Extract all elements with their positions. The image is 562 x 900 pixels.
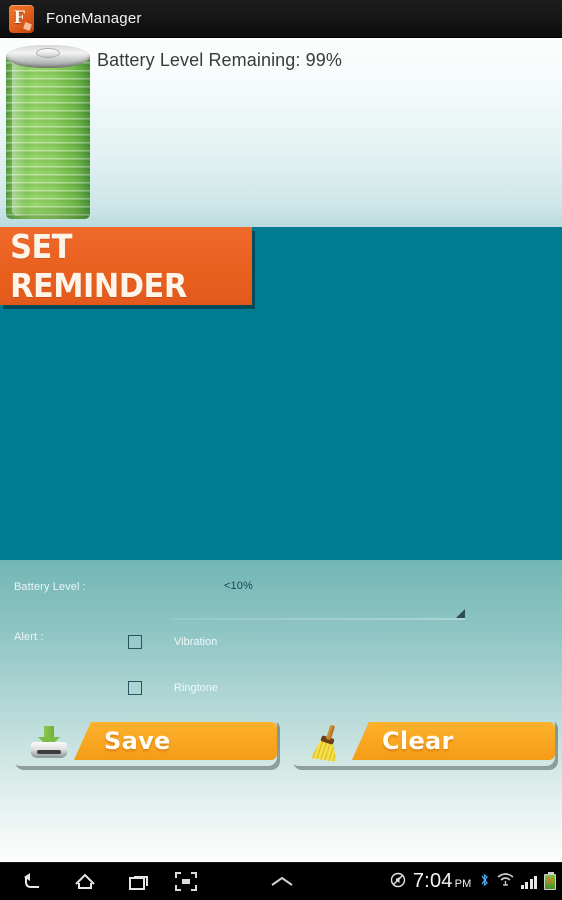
battery-level-field-label: Battery Level : <box>14 581 86 593</box>
reminder-panel: SET REMINDER Battery Level : <10% Alert … <box>0 227 562 560</box>
ringtone-checkbox-label: Ringtone <box>174 682 219 694</box>
bluetooth-icon <box>479 872 490 893</box>
broom-bristles <box>309 739 339 762</box>
battery-level-spinner[interactable]: <10% <box>170 575 465 623</box>
broom-handle <box>325 724 336 741</box>
clear-button[interactable]: Clear <box>290 716 555 766</box>
battery-graphic <box>2 42 94 220</box>
home-icon[interactable] <box>57 863 113 900</box>
app-title-bar: F FoneManager <box>0 0 562 38</box>
battery-gloss <box>12 58 26 216</box>
battery-terminal <box>36 48 60 58</box>
battery-level-remaining-label: Battery Level Remaining: 99% <box>97 50 342 70</box>
logo-accent <box>23 21 32 31</box>
back-icon[interactable] <box>4 863 60 900</box>
battery-level-spinner-value: <10% <box>224 580 253 592</box>
screenshot-icon[interactable] <box>158 863 214 900</box>
mute-icon <box>390 872 406 893</box>
vibration-checkbox-label: Vibration <box>174 636 218 648</box>
spinner-underline <box>170 618 465 620</box>
phone-f-logo-icon: F <box>9 4 34 33</box>
wifi-icon <box>497 872 514 892</box>
battery-alert-mark: ✕ <box>546 876 555 887</box>
ringtone-checkbox[interactable] <box>128 681 142 695</box>
set-reminder-label: SET REMINDER <box>10 227 187 305</box>
clock-time: 7:04 <box>412 869 453 892</box>
alert-field-label: Alert : <box>14 631 44 643</box>
set-reminder-banner: SET REMINDER <box>0 227 252 305</box>
status-clock: 7:04 PM <box>413 871 472 894</box>
app-screen: F FoneManager Battery Level Remaining: 9… <box>0 0 562 900</box>
broom-icon <box>304 724 348 760</box>
save-tray-icon <box>28 726 70 758</box>
system-status-icons: 7:04 PM ✕ <box>390 863 556 900</box>
save-button[interactable]: Save <box>12 716 277 766</box>
android-navigation-bar: 7:04 PM ✕ <box>0 862 562 900</box>
vibration-checkbox[interactable] <box>128 635 142 649</box>
save-button-label: Save <box>104 727 171 755</box>
chevron-up-icon[interactable] <box>254 863 310 900</box>
clear-button-label: Clear <box>382 727 454 755</box>
save-tray <box>31 742 67 756</box>
clock-ampm: PM <box>454 877 472 890</box>
chevron-down-icon <box>456 609 465 618</box>
app-title-label: FoneManager <box>46 10 142 27</box>
battery-status-icon: ✕ <box>544 872 556 890</box>
signal-bars-icon <box>520 875 537 889</box>
